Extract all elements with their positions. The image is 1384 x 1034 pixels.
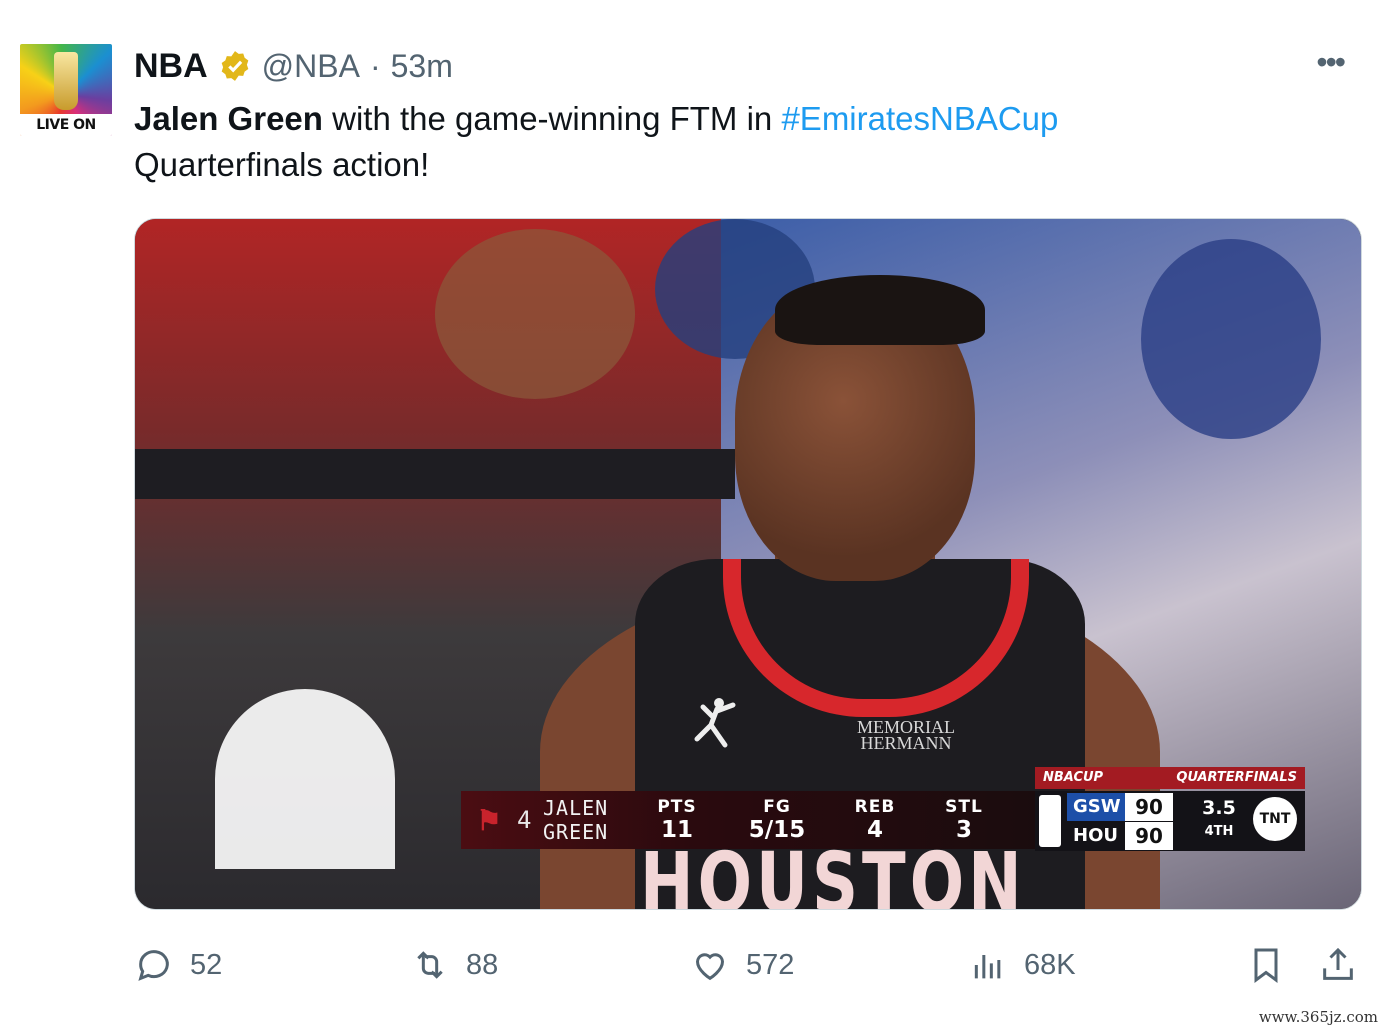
court-logo [215, 689, 395, 869]
like-button[interactable]: 572 [690, 940, 794, 990]
heart-icon [695, 953, 725, 981]
clock-time: 3.5 [1202, 797, 1236, 819]
repost-button[interactable]: 88 [410, 940, 498, 990]
tweet-card: LIVE ON TNT NBA @NBA · 53m ••• Jalen Gre… [0, 0, 1384, 1034]
repost-icon [417, 951, 443, 979]
views-count: 68K [1024, 948, 1076, 981]
crowd-figure [1141, 239, 1321, 439]
stat-label: PTS [657, 797, 697, 817]
stat-fg: FG 5/15 [725, 797, 829, 843]
rockets-logo-icon: ⚑ [476, 804, 502, 836]
stat-value: 4 [866, 817, 883, 843]
account-name[interactable]: NBA [134, 47, 208, 86]
team-score: 90 [1125, 822, 1173, 850]
bookmark-icon [1254, 948, 1278, 983]
jersey-sponsor: MEMORIAL HERMANN [857, 718, 955, 753]
tweet-actions: 52 88 572 68K [134, 940, 1364, 990]
player-stat-bar: ⚑ 4 JALEN GREEN PTS 11 FG 5/15 REB 4 STL… [461, 791, 1043, 849]
round-label: QUARTERFINALS [1176, 770, 1297, 785]
tnt-logo-icon: TNT [1253, 797, 1297, 841]
player-name-block: JALEN GREEN [543, 796, 629, 844]
account-handle[interactable]: @NBA [262, 48, 360, 85]
team-abbr: HOU [1067, 822, 1125, 850]
team-row-home: HOU 90 [1067, 822, 1179, 850]
avatar-caption: LIVE ON TNT [20, 114, 112, 136]
like-count: 572 [746, 948, 795, 981]
nba-cup-label: NBACUP [1043, 770, 1104, 785]
team-score: 90 [1125, 793, 1173, 821]
stat-value: 5/15 [748, 817, 806, 843]
verified-badge-icon [221, 51, 248, 81]
hashtag-link[interactable]: #EmiratesNBACup [781, 100, 1058, 137]
tweet-text: Jalen Green with the game-winning FTM in… [134, 96, 1284, 188]
player-last-name: GREEN [543, 820, 609, 844]
separator-dot: · [369, 47, 381, 84]
scorebox-body: GSW 90 HOU 90 3.5 4TH TNT [1035, 791, 1305, 851]
stat-value: 3 [955, 817, 972, 843]
site-watermark: www.365jz.com [1258, 1008, 1378, 1026]
timestamp[interactable]: 53m [391, 48, 453, 85]
tweet-media-image[interactable]: MEMORIAL HERMANN HOUSTON ⚑ 4 JALEN GREEN… [134, 218, 1362, 910]
bookmark-button[interactable] [1246, 940, 1286, 990]
views-button[interactable]: 68K [968, 940, 1076, 990]
views-chart-icon [974, 955, 1001, 979]
stat-label: STL [945, 797, 983, 817]
sponsor-line2: HERMANN [860, 733, 952, 753]
tweet-text-middle: with the game-winning FTM in [322, 100, 782, 137]
scorer-table [135, 449, 735, 499]
tweet-header: NBA @NBA · 53m [134, 44, 453, 88]
player-hair [775, 275, 985, 345]
trophy-icon [54, 52, 78, 110]
repost-count: 88 [466, 948, 499, 981]
clock-period: 4TH [1204, 824, 1234, 839]
nba-logo-icon [1039, 795, 1061, 847]
scorebox-banner: NBACUP QUARTERFINALS [1035, 767, 1305, 789]
player-name: Jalen Green [134, 100, 323, 137]
stat-label: FG [763, 797, 791, 817]
jumpman-logo-icon [694, 698, 736, 748]
stat-reb: REB 4 [829, 797, 921, 843]
reply-count: 52 [190, 948, 223, 981]
reply-button[interactable]: 52 [134, 940, 222, 990]
share-button[interactable] [1318, 940, 1358, 990]
team-abbr: GSW [1067, 793, 1125, 821]
stat-pts: PTS 11 [629, 797, 725, 843]
stat-label: REB [854, 797, 896, 817]
crowd-figure [435, 229, 635, 399]
more-options-icon[interactable]: ••• [1316, 46, 1346, 78]
stat-value: 11 [660, 817, 693, 843]
reply-icon [138, 950, 169, 981]
game-clock: 3.5 4TH [1195, 795, 1243, 843]
share-icon [1323, 947, 1353, 980]
player-first-name: JALEN [543, 796, 609, 820]
team-row-away: GSW 90 [1067, 793, 1179, 821]
avatar[interactable]: LIVE ON TNT [20, 44, 112, 136]
game-scorebox: NBACUP QUARTERFINALS GSW 90 HOU 90 3.5 4… [1035, 767, 1305, 851]
stat-stl: STL 3 [921, 797, 1007, 843]
tweet-text-end: Quarterfinals action! [134, 146, 430, 183]
player-number: 4 [517, 806, 532, 834]
